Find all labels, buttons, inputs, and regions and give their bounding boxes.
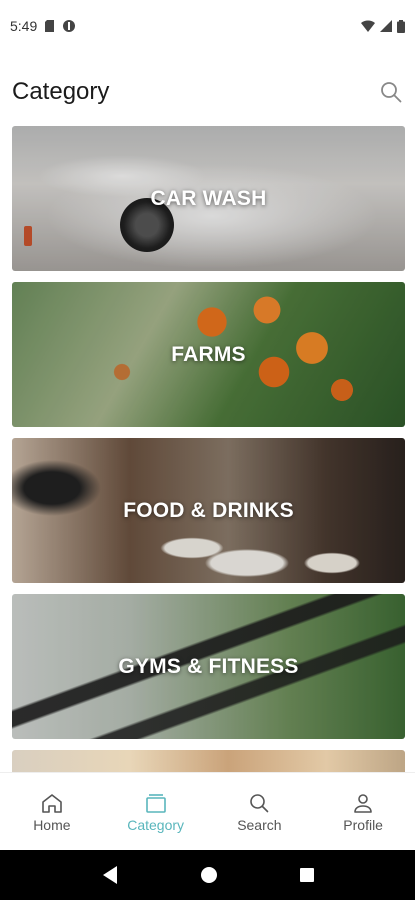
profile-icon [354, 793, 372, 813]
nav-item-profile[interactable]: Profile [311, 773, 415, 850]
nav-item-category[interactable]: Category [104, 773, 208, 850]
battery-icon [397, 19, 405, 33]
search-icon [381, 82, 402, 103]
nav-label-profile: Profile [343, 816, 383, 833]
nav-label-search: Search [237, 816, 282, 833]
back-icon[interactable] [101, 865, 119, 885]
category-list[interactable]: CAR WASH FARMS FOOD & DRINKS GYMS & FITN… [0, 126, 415, 772]
app-notification-icon [63, 20, 76, 32]
page-title: Category [12, 78, 110, 105]
home-circle-icon[interactable] [200, 866, 218, 884]
status-time: 5:49 [10, 18, 38, 34]
app-header: Category [0, 72, 415, 112]
nav-item-search[interactable]: Search [208, 773, 312, 850]
recents-icon[interactable] [299, 867, 315, 883]
category-label: FOOD & DRINKS [123, 498, 294, 522]
nav-label-category: Category [127, 816, 185, 833]
category-card-car-wash[interactable]: CAR WASH [12, 126, 405, 271]
category-label: GYMS & FITNESS [118, 654, 299, 678]
system-nav-bar [0, 850, 415, 900]
home-icon [42, 793, 62, 813]
partial-category-image [12, 750, 405, 772]
nav-label-home: Home [33, 816, 71, 833]
header-search-button[interactable] [377, 78, 405, 106]
wifi-icon [361, 20, 375, 32]
category-icon [145, 793, 166, 813]
nav-item-home[interactable]: Home [0, 773, 104, 850]
category-card-food-drinks[interactable]: FOOD & DRINKS [12, 438, 405, 583]
sd-card-icon [45, 20, 55, 32]
category-label: FARMS [171, 342, 246, 366]
status-bar: 5:49 [0, 0, 415, 52]
cell-signal-icon [380, 20, 392, 32]
bottom-nav: Home Category Search Profile [0, 772, 415, 850]
category-card-partial[interactable] [12, 750, 405, 772]
category-label: CAR WASH [150, 186, 267, 210]
category-card-farms[interactable]: FARMS [12, 282, 405, 427]
category-card-gyms-fitness[interactable]: GYMS & FITNESS [12, 594, 405, 739]
search-icon [250, 793, 269, 812]
